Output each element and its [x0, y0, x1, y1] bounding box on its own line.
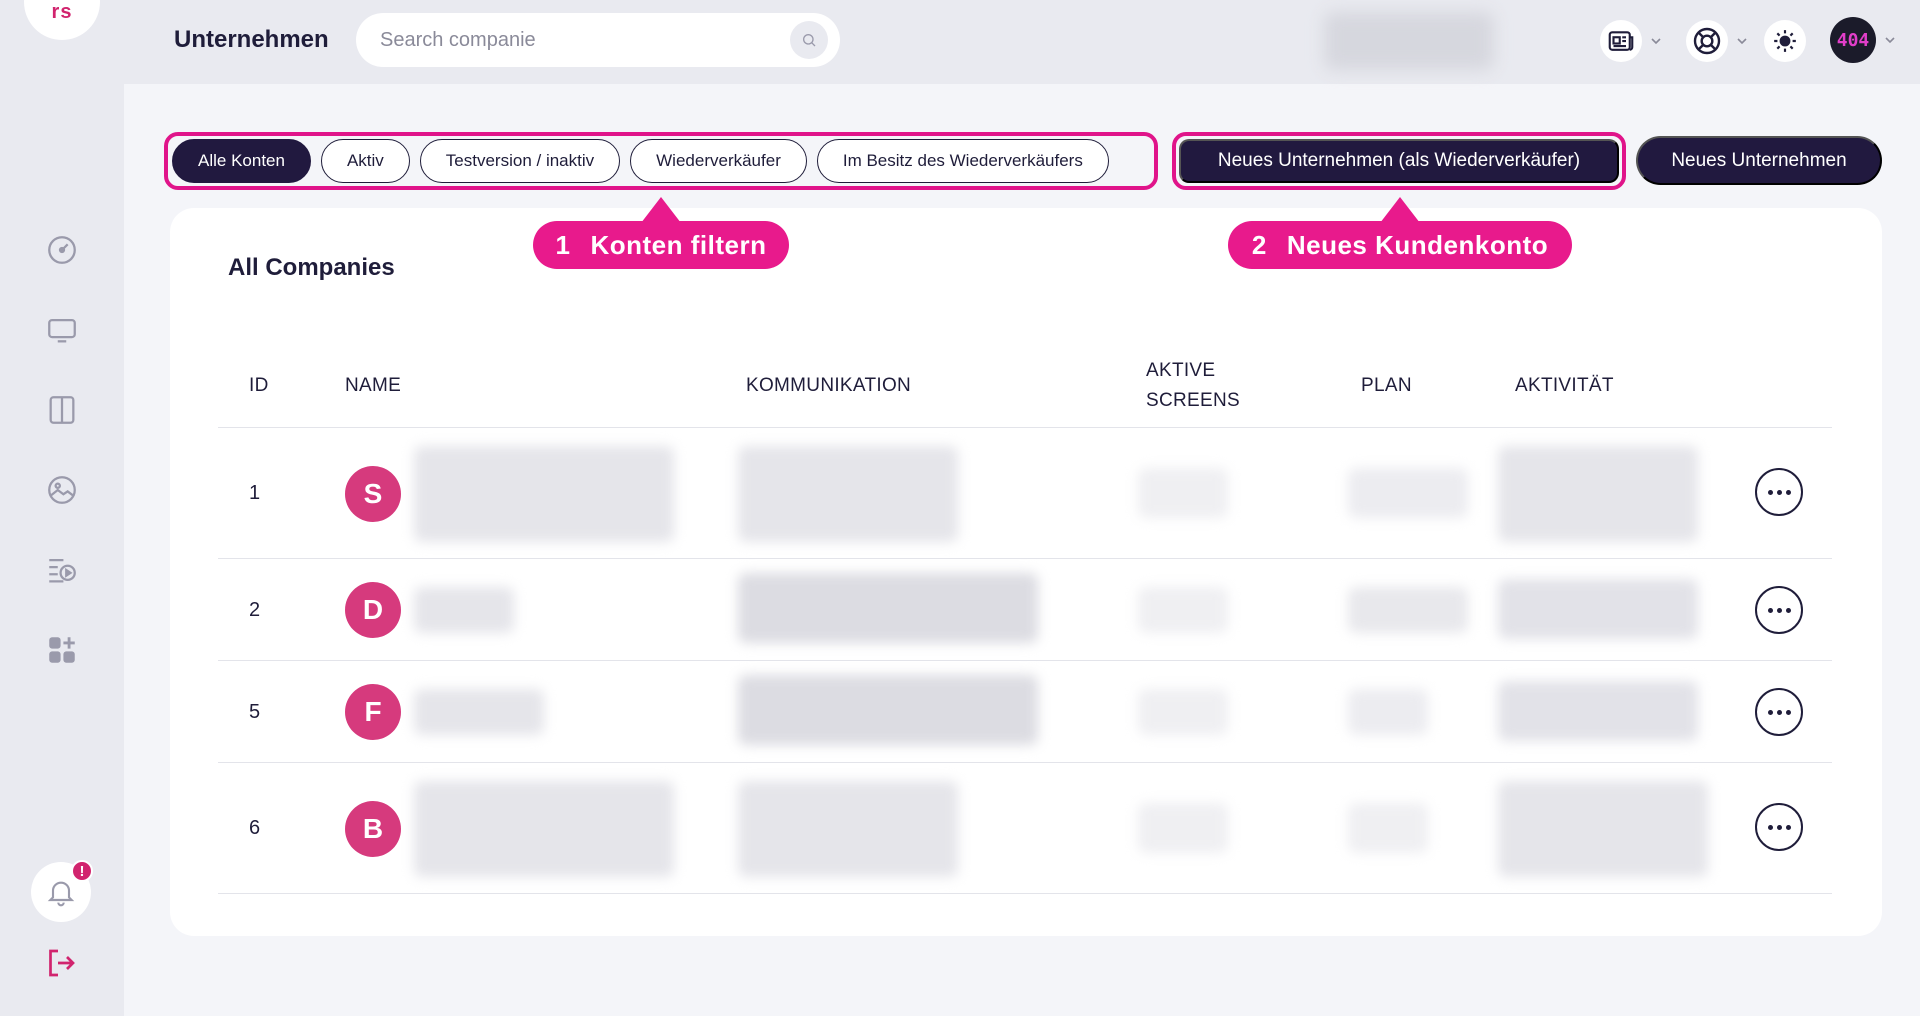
blurred-communication	[738, 675, 1038, 745]
top-header: Unternehmen 404	[124, 0, 1920, 84]
blurred-activity	[1498, 781, 1708, 877]
table-row[interactable]: 5 F	[218, 661, 1832, 763]
column-name: NAME	[345, 375, 402, 396]
company-avatar: F	[345, 684, 401, 740]
new-company-button[interactable]: Neues Unternehmen	[1636, 136, 1882, 185]
table-header: ID NAME KOMMUNIKATION AKTIVE SCREENS PLA…	[218, 344, 1832, 428]
column-aktive-screens: AKTIVE SCREENS	[1146, 360, 1240, 411]
blurred-screens	[1138, 587, 1228, 633]
blurred-screens	[1138, 689, 1228, 735]
column-kommunikation: KOMMUNIKATION	[746, 375, 912, 396]
row-more-button[interactable]	[1755, 586, 1803, 634]
news-menu[interactable]	[1600, 20, 1664, 62]
new-company-reseller-button[interactable]: Neues Unternehmen (als Wiederverkäufer)	[1179, 139, 1619, 183]
card-title: All Companies	[228, 254, 395, 281]
column-plan: PLAN	[1361, 375, 1412, 396]
blurred-screens	[1138, 803, 1228, 853]
blurred-activity	[1498, 446, 1698, 542]
blurred-name	[414, 587, 514, 633]
filter-reseller[interactable]: Wiederverkäufer	[630, 139, 807, 183]
chevron-down-icon	[1885, 37, 1895, 44]
notifications-button[interactable]: !	[31, 860, 93, 922]
row-more-button[interactable]	[1755, 688, 1803, 736]
column-id: ID	[249, 375, 269, 396]
layout-icon[interactable]	[42, 390, 82, 430]
callout-new-customer-account: 2 Neues Kundenkonto	[1228, 221, 1572, 269]
filter-owned-by-reseller[interactable]: Im Besitz des Wiederverkäufers	[816, 139, 1109, 183]
filter-trial-inactive[interactable]: Testversion / inaktiv	[419, 139, 621, 183]
bell-icon	[47, 881, 75, 907]
filter-group: Alle Konten Aktiv Testversion / inaktiv …	[164, 132, 1158, 190]
monitor-icon[interactable]	[42, 310, 82, 350]
blurred-account-info	[1324, 12, 1494, 70]
apps-icon[interactable]	[42, 630, 82, 670]
blurred-name	[414, 689, 544, 735]
blurred-screens	[1138, 468, 1228, 518]
row-more-button[interactable]	[1755, 468, 1803, 516]
theme-toggle[interactable]	[1764, 20, 1806, 62]
blurred-name	[414, 781, 674, 877]
row-id: 1	[249, 482, 261, 504]
page-title: Unternehmen	[174, 26, 329, 53]
logout-icon[interactable]	[43, 945, 79, 981]
chevron-down-icon	[1651, 38, 1661, 45]
help-menu[interactable]	[1686, 20, 1750, 62]
app-logo[interactable]: rs	[24, 0, 100, 40]
dashboard-icon[interactable]	[42, 230, 82, 270]
blurred-communication	[738, 781, 958, 877]
blurred-communication	[738, 573, 1038, 643]
table-row[interactable]: 2 D	[218, 559, 1832, 661]
blurred-activity	[1498, 579, 1698, 639]
avatar: 404	[1830, 17, 1876, 63]
blurred-communication	[738, 446, 958, 542]
lifebuoy-icon	[1686, 20, 1728, 62]
chevron-down-icon	[1737, 38, 1747, 45]
highlight-reseller-button: Neues Unternehmen (als Wiederverkäufer)	[1172, 132, 1626, 190]
news-icon	[1600, 20, 1642, 62]
media-icon[interactable]	[42, 470, 82, 510]
company-avatar: D	[345, 582, 401, 638]
filter-active[interactable]: Aktiv	[320, 139, 410, 183]
table-row[interactable]: 1 S	[218, 428, 1832, 559]
row-id: 5	[249, 701, 261, 723]
search-icon[interactable]	[790, 21, 828, 59]
filter-all-accounts[interactable]: Alle Konten	[172, 139, 311, 183]
company-avatar: S	[345, 466, 401, 522]
sun-icon	[1764, 20, 1806, 62]
search-bar[interactable]	[356, 13, 840, 67]
notification-badge: !	[71, 860, 93, 882]
blurred-activity	[1498, 681, 1698, 741]
blurred-plan	[1348, 587, 1468, 633]
sidebar: rs !	[0, 0, 124, 1016]
blurred-plan	[1348, 689, 1428, 735]
playlist-icon[interactable]	[42, 550, 82, 590]
search-input[interactable]	[380, 28, 790, 52]
companies-card: All Companies ID NAME KOMMUNIKATION AKTI…	[170, 208, 1882, 936]
blurred-plan	[1348, 803, 1428, 853]
table-row[interactable]: 6 B	[218, 763, 1832, 894]
column-aktivitaet: AKTIVITÄT	[1515, 375, 1614, 396]
callout-filter-accounts: 1 Konten filtern	[533, 221, 789, 269]
user-menu[interactable]: 404	[1830, 17, 1898, 63]
row-id: 6	[249, 817, 261, 839]
company-avatar: B	[345, 801, 401, 857]
blurred-plan	[1348, 468, 1468, 518]
blurred-name	[414, 446, 674, 542]
row-more-button[interactable]	[1755, 803, 1803, 851]
row-id: 2	[249, 599, 261, 621]
